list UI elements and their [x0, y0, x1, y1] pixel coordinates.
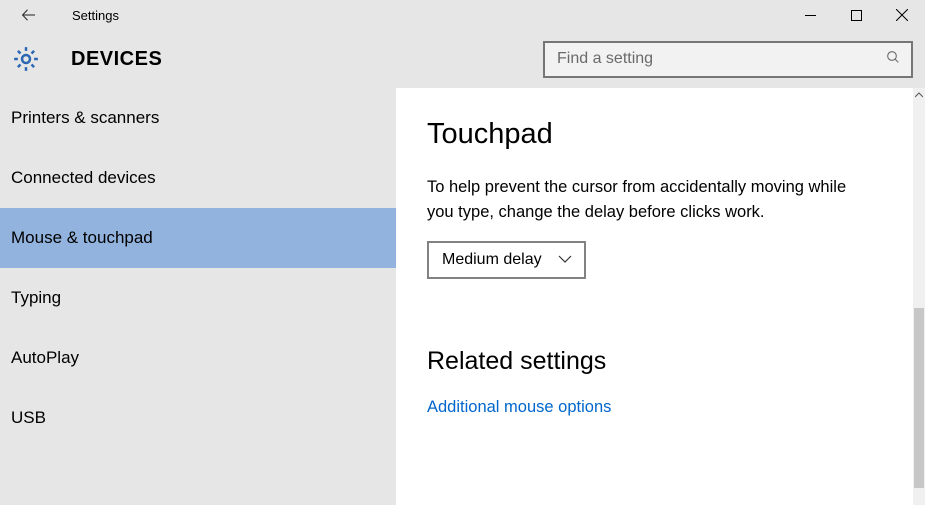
- content-pane: Touchpad To help prevent the cursor from…: [396, 88, 913, 505]
- gear-icon: [11, 44, 41, 74]
- sidebar-item-printers-scanners[interactable]: Printers & scanners: [0, 88, 396, 148]
- category-title: DEVICES: [71, 48, 162, 71]
- back-arrow-icon: [20, 6, 38, 24]
- maximize-icon: [851, 10, 862, 21]
- sidebar-item-label: AutoPlay: [11, 348, 79, 368]
- vertical-scrollbar[interactable]: [913, 88, 925, 505]
- back-button[interactable]: [14, 0, 44, 30]
- section-heading: Touchpad: [427, 118, 883, 151]
- dropdown-value: Medium delay: [442, 251, 542, 269]
- sidebar: Printers & scanners Connected devices Mo…: [0, 88, 396, 505]
- search-box[interactable]: [543, 41, 913, 78]
- sidebar-item-mouse-touchpad[interactable]: Mouse & touchpad: [0, 208, 396, 268]
- window-title: Settings: [72, 8, 119, 23]
- sidebar-item-label: USB: [11, 408, 46, 428]
- section-description: To help prevent the cursor from accident…: [427, 175, 867, 225]
- sidebar-item-typing[interactable]: Typing: [0, 268, 396, 328]
- sidebar-item-autoplay[interactable]: AutoPlay: [0, 328, 396, 388]
- sidebar-item-label: Typing: [11, 288, 61, 308]
- sidebar-item-usb[interactable]: USB: [0, 388, 396, 448]
- additional-mouse-options-link[interactable]: Additional mouse options: [427, 398, 883, 417]
- header: DEVICES: [0, 30, 925, 88]
- scroll-up-arrow-icon[interactable]: [913, 88, 925, 102]
- maximize-button[interactable]: [833, 0, 879, 30]
- search-input[interactable]: [557, 50, 885, 68]
- close-icon: [896, 9, 908, 21]
- sidebar-item-label: Connected devices: [11, 168, 156, 188]
- scroll-thumb[interactable]: [914, 308, 924, 488]
- sidebar-item-label: Mouse & touchpad: [11, 228, 153, 248]
- chevron-down-icon: [558, 251, 572, 269]
- close-button[interactable]: [879, 0, 925, 30]
- sidebar-item-label: Printers & scanners: [11, 108, 159, 128]
- related-heading: Related settings: [427, 347, 883, 376]
- minimize-icon: [805, 10, 816, 21]
- sidebar-item-connected-devices[interactable]: Connected devices: [0, 148, 396, 208]
- title-bar: Settings: [0, 0, 925, 30]
- delay-dropdown[interactable]: Medium delay: [427, 241, 586, 279]
- search-icon: [885, 49, 901, 70]
- minimize-button[interactable]: [787, 0, 833, 30]
